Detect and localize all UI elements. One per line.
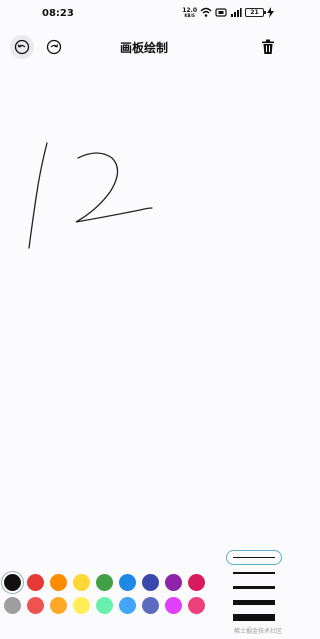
stroke-width-option[interactable]: [226, 580, 282, 595]
net-speed: 12.0 KB/S: [182, 7, 197, 18]
stroke-width-option[interactable]: [226, 550, 282, 565]
color-swatch[interactable]: [165, 574, 182, 591]
net-speed-unit: KB/S: [184, 12, 195, 18]
color-swatch[interactable]: [119, 597, 136, 614]
watermark: 稀土掘金技术社区: [233, 628, 282, 635]
color-swatch[interactable]: [165, 597, 182, 614]
stroke-width-option[interactable]: [226, 595, 282, 610]
color-swatch[interactable]: [96, 574, 113, 591]
color-swatch[interactable]: [142, 597, 159, 614]
color-swatch[interactable]: [142, 574, 159, 591]
color-swatch[interactable]: [4, 597, 21, 614]
wifi-icon: [200, 7, 212, 17]
stroke-width-selector: [226, 550, 282, 625]
stroke-width-line: [233, 614, 275, 621]
stroke-width-line: [233, 586, 275, 589]
battery-indicator: 21: [245, 8, 266, 17]
drawn-stroke: [28, 142, 48, 249]
color-swatch[interactable]: [50, 574, 67, 591]
color-swatch[interactable]: [119, 574, 136, 591]
hd-icon: [215, 8, 227, 17]
drawing-canvas[interactable]: [0, 70, 288, 540]
swatch-row: [4, 597, 216, 614]
swatch-row: [4, 574, 216, 591]
color-swatch[interactable]: [188, 597, 205, 614]
app-header: 画板绘制: [0, 26, 288, 68]
status-time: 08:23: [42, 8, 74, 19]
drawn-stroke: [75, 152, 153, 223]
stroke-width-line: [233, 571, 275, 574]
color-swatch[interactable]: [50, 597, 67, 614]
stroke-width-line: [233, 600, 275, 605]
color-swatch[interactable]: [27, 574, 44, 591]
page-title: 画板绘制: [119, 41, 168, 55]
stroke-width-option[interactable]: [226, 565, 282, 580]
color-swatch[interactable]: [96, 597, 113, 614]
stroke-width-option[interactable]: [226, 610, 282, 625]
battery-level: 21: [250, 9, 259, 16]
color-swatch[interactable]: [73, 574, 90, 591]
charging-icon: [267, 7, 274, 18]
color-swatch[interactable]: [73, 597, 90, 614]
stroke-width-line: [233, 557, 275, 558]
trash-icon: [262, 39, 274, 54]
color-swatch[interactable]: [188, 574, 205, 591]
color-swatch[interactable]: [4, 574, 21, 591]
color-palette: [4, 574, 216, 620]
delete-button[interactable]: [256, 35, 280, 59]
status-bar: 08:23 12.0 KB/S 21: [0, 0, 288, 26]
color-swatch[interactable]: [27, 597, 44, 614]
signal-icon: [231, 8, 242, 17]
status-icons: 12.0 KB/S 21: [182, 7, 274, 18]
